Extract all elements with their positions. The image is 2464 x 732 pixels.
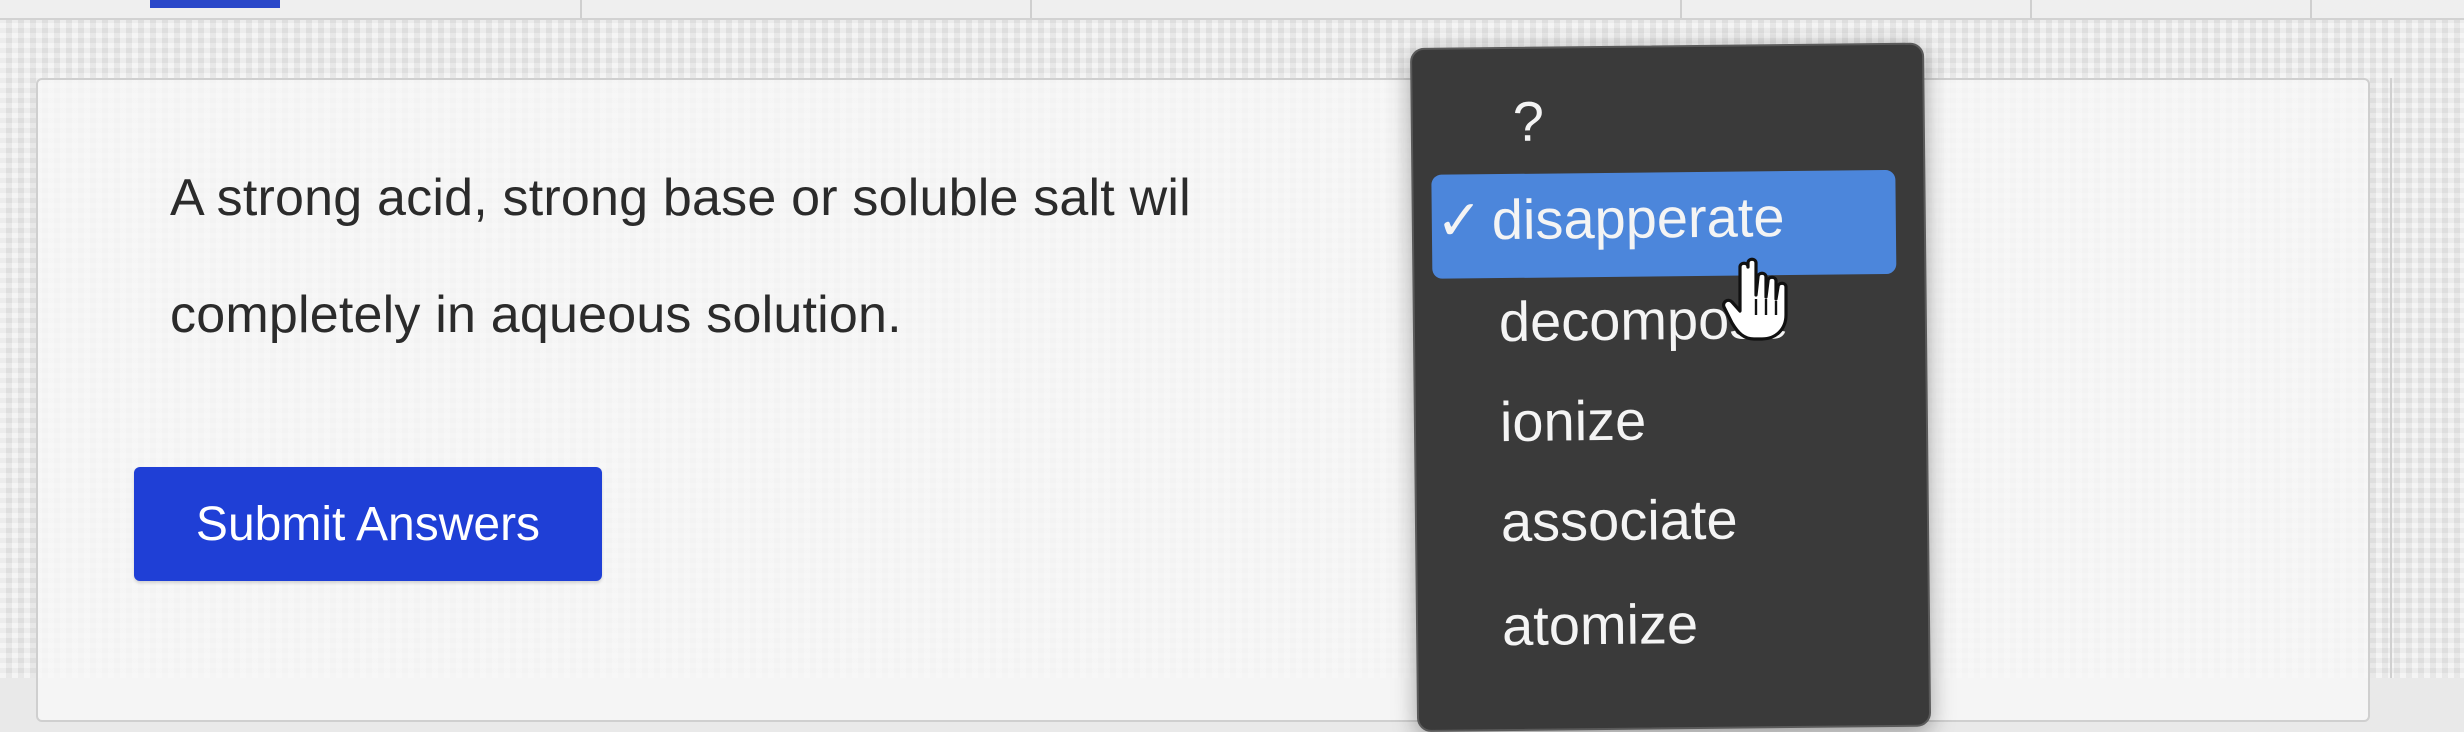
question-text-line-2: completely in aqueous solution. <box>170 286 902 344</box>
question-text-line-1: A strong acid, strong base or soluble sa… <box>170 169 1191 227</box>
dropdown-option-disapperate[interactable]: ✓ disapperate <box>1435 184 1784 254</box>
nav-divider <box>2310 0 2312 18</box>
dropdown-placeholder-option[interactable]: ? <box>1512 89 1544 154</box>
dropdown-option-associate[interactable]: associate <box>1501 487 1738 554</box>
hand-pointer-icon <box>1722 257 1788 341</box>
active-tab-indicator <box>150 0 280 8</box>
nav-divider <box>580 0 582 18</box>
nav-divider <box>2030 0 2032 18</box>
dropdown-option-ionize[interactable]: ionize <box>1500 388 1647 455</box>
nav-divider <box>1680 0 1682 18</box>
answer-dropdown-menu[interactable]: ? ✓ disapperate decompose ionize associat… <box>1410 42 1932 732</box>
dropdown-option-atomize[interactable]: atomize <box>1502 591 1699 658</box>
top-nav-strip <box>0 0 2464 20</box>
card-edge <box>2390 78 2392 678</box>
nav-divider <box>1030 0 1032 18</box>
submit-answers-button[interactable]: Submit Answers <box>134 467 602 581</box>
checkmark-icon: ✓ <box>1435 188 1484 252</box>
option-label: disapperate <box>1491 185 1785 252</box>
